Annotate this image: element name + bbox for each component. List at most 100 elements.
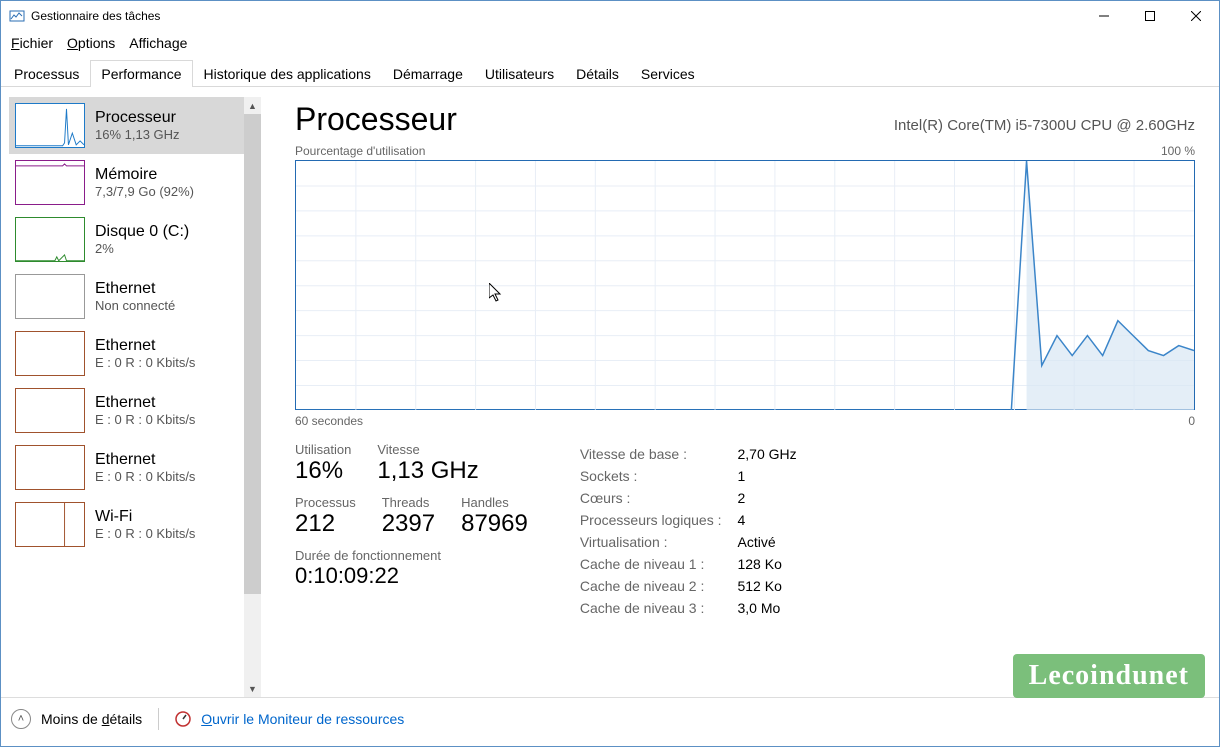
stat-value: Activé — [737, 532, 810, 552]
details-pane: Processeur Intel(R) Core(TM) i5-7300U CP… — [261, 87, 1219, 697]
sidebar-item-ethernet-5[interactable]: EthernetE : 0 R : 0 Kbits/s — [9, 382, 244, 439]
scroll-down-icon[interactable]: ▼ — [244, 680, 261, 697]
sidebar-item-title: Wi-Fi — [95, 508, 195, 526]
window-controls — [1081, 1, 1219, 31]
maximize-button[interactable] — [1127, 1, 1173, 31]
sidebar-item-sub: E : 0 R : 0 Kbits/s — [95, 469, 195, 484]
table-row: Processeurs logiques :4 — [580, 510, 811, 530]
tab-services[interactable]: Services — [630, 60, 706, 87]
sidebar: Processeur16% 1,13 GHz Mémoire7,3/7,9 Go … — [1, 87, 261, 697]
stat-label: Sockets : — [580, 466, 736, 486]
stat-label: Cache de niveau 1 : — [580, 554, 736, 574]
stat-value: 4 — [737, 510, 810, 530]
open-resource-monitor-link[interactable]: Ouvrir le Moniteur de ressources — [201, 711, 404, 727]
sidebar-item-ethernet-4[interactable]: EthernetE : 0 R : 0 Kbits/s — [9, 325, 244, 382]
link-text: Ouvrir le Moniteur de ressources — [201, 711, 404, 727]
mini-chart — [15, 274, 85, 319]
speed-label: Vitesse — [377, 442, 478, 457]
stat-label: Cœurs : — [580, 488, 736, 508]
handles-label: Handles — [461, 495, 528, 510]
sidebar-item-text: EthernetE : 0 R : 0 Kbits/s — [95, 394, 195, 427]
table-row: Cœurs :2 — [580, 488, 811, 508]
scroll-thumb[interactable] — [244, 114, 261, 594]
sidebar-item-title: Ethernet — [95, 280, 175, 298]
mini-chart — [15, 217, 85, 262]
chart-bottom-left-label: 60 secondes — [295, 414, 363, 428]
table-row: Sockets :1 — [580, 466, 811, 486]
scroll-up-icon[interactable]: ▲ — [244, 97, 261, 114]
sidebar-item-title: Ethernet — [95, 337, 195, 355]
sidebar-item-sub: E : 0 R : 0 Kbits/s — [95, 526, 195, 541]
sidebar-item-title: Mémoire — [95, 166, 194, 184]
sidebar-list: Processeur16% 1,13 GHz Mémoire7,3/7,9 Go … — [9, 97, 244, 697]
chart-top-right-label: 100 % — [1161, 144, 1195, 158]
stat-value: 512 Ko — [737, 576, 810, 596]
menu-affichage[interactable]: Affichage — [129, 35, 187, 51]
tab-utilisateurs[interactable]: Utilisateurs — [474, 60, 565, 87]
mini-chart — [15, 388, 85, 433]
sidebar-item-text: Disque 0 (C:)2% — [95, 223, 189, 256]
cpu-chart[interactable] — [295, 160, 1195, 410]
tab-historique[interactable]: Historique des applications — [193, 60, 382, 87]
proc-label: Processus — [295, 495, 356, 510]
scrollbar[interactable]: ▲ ▼ — [244, 97, 261, 697]
main: Processeur16% 1,13 GHz Mémoire7,3/7,9 Go … — [1, 87, 1219, 697]
stat-value: 1 — [737, 466, 810, 486]
chart-bottom-labels: 60 secondes 0 — [295, 414, 1195, 428]
tab-demarrage[interactable]: Démarrage — [382, 60, 474, 87]
proc-value: 212 — [295, 510, 356, 538]
less-details-button[interactable]: Moins de détails — [41, 711, 142, 727]
stats: Utilisation 16% Vitesse 1,13 GHz Process… — [295, 442, 1195, 620]
mini-chart — [15, 502, 85, 547]
titlebar: Gestionnaire des tâches — [1, 1, 1219, 31]
sidebar-item-sub: E : 0 R : 0 Kbits/s — [95, 412, 195, 427]
uptime-value: 0:10:09:22 — [295, 563, 528, 589]
stat-value: 3,0 Mo — [737, 598, 810, 618]
speed-value: 1,13 GHz — [377, 457, 478, 485]
sidebar-item-text: EthernetE : 0 R : 0 Kbits/s — [95, 337, 195, 370]
tab-performance[interactable]: Performance — [90, 60, 192, 87]
tab-processus[interactable]: Processus — [3, 60, 90, 87]
uptime-label: Durée de fonctionnement — [295, 548, 528, 563]
menu-fichier[interactable]: Fichier — [11, 35, 53, 51]
sidebar-item-ethernet-3[interactable]: EthernetNon connecté — [9, 268, 244, 325]
sidebar-item-m-moire-1[interactable]: Mémoire7,3/7,9 Go (92%) — [9, 154, 244, 211]
sidebar-item-disque-0-c--2[interactable]: Disque 0 (C:)2% — [9, 211, 244, 268]
chart-bottom-right-label: 0 — [1188, 414, 1195, 428]
sidebar-item-sub: 2% — [95, 241, 189, 256]
minimize-button[interactable] — [1081, 1, 1127, 31]
stat-label: Cache de niveau 3 : — [580, 598, 736, 618]
sidebar-item-wi-fi-7[interactable]: Wi-FiE : 0 R : 0 Kbits/s — [9, 496, 244, 553]
sidebar-item-ethernet-6[interactable]: EthernetE : 0 R : 0 Kbits/s — [9, 439, 244, 496]
watermark-text: Lecoindunet — [1029, 660, 1189, 691]
window-title: Gestionnaire des tâches — [31, 9, 160, 23]
threads-label: Threads — [382, 495, 435, 510]
table-row: Virtualisation :Activé — [580, 532, 811, 552]
chevron-up-icon[interactable]: ˄ — [11, 709, 31, 729]
sidebar-item-text: Processeur16% 1,13 GHz — [95, 109, 180, 142]
mini-chart — [15, 445, 85, 490]
stat-label: Processeurs logiques : — [580, 510, 736, 530]
stat-value: 2 — [737, 488, 810, 508]
resource-monitor-icon — [175, 711, 191, 727]
stat-value: 2,70 GHz — [737, 444, 810, 464]
sidebar-item-text: EthernetE : 0 R : 0 Kbits/s — [95, 451, 195, 484]
sidebar-item-processeur-0[interactable]: Processeur16% 1,13 GHz — [9, 97, 244, 154]
stat-label: Cache de niveau 2 : — [580, 576, 736, 596]
details-header: Processeur Intel(R) Core(TM) i5-7300U CP… — [295, 101, 1195, 138]
sidebar-item-title: Ethernet — [95, 394, 195, 412]
menu-options[interactable]: Options — [67, 35, 115, 51]
table-row: Cache de niveau 1 :128 Ko — [580, 554, 811, 574]
stat-label: Vitesse de base : — [580, 444, 736, 464]
table-row: Cache de niveau 2 :512 Ko — [580, 576, 811, 596]
separator — [158, 708, 159, 730]
close-button[interactable] — [1173, 1, 1219, 31]
sidebar-item-title: Disque 0 (C:) — [95, 223, 189, 241]
tabs: Processus Performance Historique des app… — [1, 59, 1219, 87]
details-subtitle: Intel(R) Core(TM) i5-7300U CPU @ 2.60GHz — [894, 117, 1195, 134]
table-row: Vitesse de base :2,70 GHz — [580, 444, 811, 464]
app-icon — [9, 8, 25, 24]
tab-details[interactable]: Détails — [565, 60, 630, 87]
stats-left: Utilisation 16% Vitesse 1,13 GHz Process… — [295, 442, 528, 620]
sidebar-item-title: Ethernet — [95, 451, 195, 469]
